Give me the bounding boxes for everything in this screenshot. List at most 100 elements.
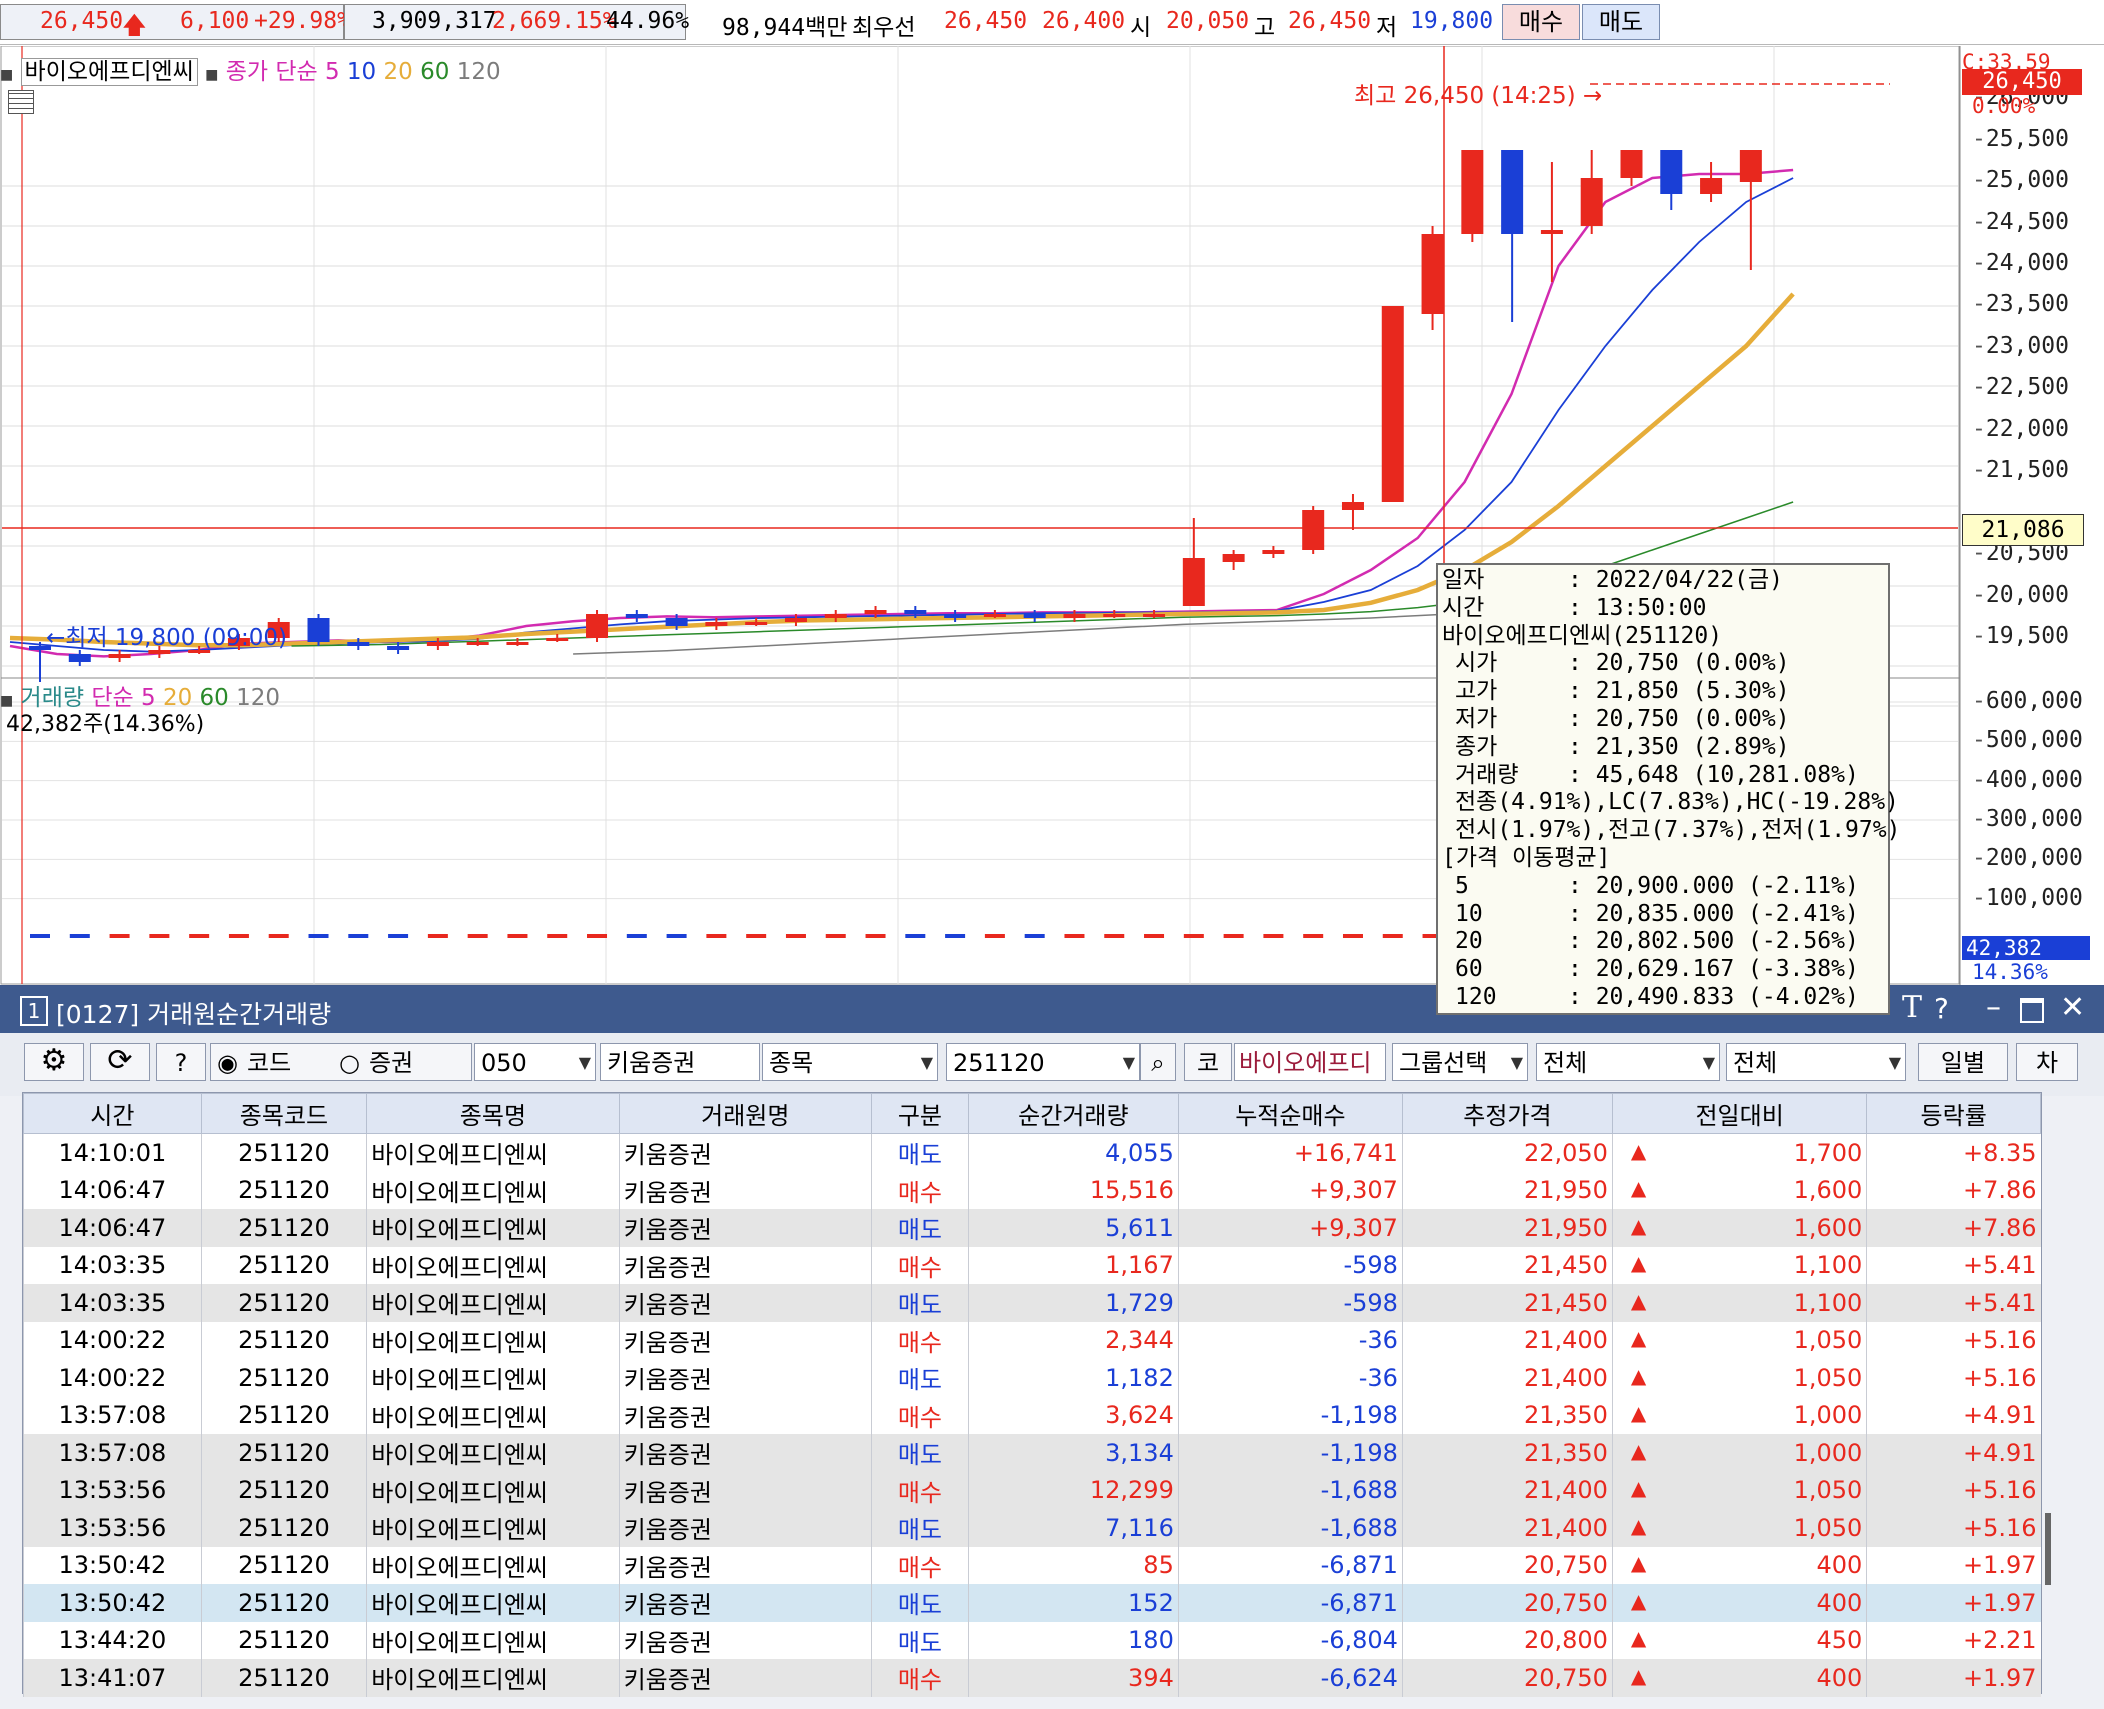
column-header[interactable]: 종목코드 — [200, 1093, 368, 1134]
table-row[interactable]: 14:03:35 251120 바이오에프디엔씨 키움증권 매수 1,167 -598 21,… — [23, 1246, 2041, 1284]
trades-table-container[interactable]: 시간 종목코드 종목명 거래원명 구분 순간거래량 누적순매수 추정가격 전일대비 등락률 14:… — [22, 1092, 2051, 1697]
table-row[interactable]: 13:53:56 251120 바이오에프디엔씨 키움증권 매도 7,116 -1,688 2… — [23, 1509, 2041, 1547]
table-row[interactable]: 14:00:22 251120 바이오에프디엔씨 키움증권 매도 1,182 -36 21,4… — [23, 1359, 2041, 1397]
stock-name-field[interactable]: 바이오에프디 — [1234, 1043, 1386, 1081]
maximize-icon[interactable] — [2020, 998, 2044, 1023]
cell-cum: -6,804 — [1177, 1621, 1403, 1659]
candle-body — [1103, 614, 1126, 617]
right-arrow-icon: → — [1582, 83, 1603, 109]
high-label: 고 — [1254, 15, 1276, 41]
tooltip-key: 시간 — [1442, 594, 1485, 621]
column-header[interactable]: 누적순매수 — [1177, 1093, 1403, 1134]
cell-time: 14:06:47 — [23, 1209, 202, 1247]
radio-broker-icon[interactable]: ○ — [339, 1044, 360, 1080]
cell-cum: -6,871 — [1177, 1546, 1403, 1584]
legend-square-icon: ■ — [205, 67, 219, 83]
scrollbar-thumb[interactable] — [2045, 1513, 2051, 1585]
column-header[interactable]: 구분 — [870, 1093, 969, 1134]
group-select[interactable]: 그룹선택 — [1392, 1043, 1528, 1081]
search-icon[interactable]: ⌕ — [1140, 1043, 1176, 1081]
cell-rate: +7.86 — [1866, 1209, 2041, 1247]
cell-code: 251120 — [200, 1246, 367, 1284]
cell-qty: 180 — [967, 1621, 1179, 1659]
column-header[interactable]: 전일대비 — [1611, 1093, 1868, 1134]
candle-info-tooltip: 일자: 2022/04/22(금) 시간: 13:50:00 바이오에프디엔씨(25… — [1436, 563, 1900, 1015]
cell-qty: 15,516 — [967, 1171, 1179, 1209]
table-row[interactable]: 13:41:07 251120 바이오에프디엔씨 키움증권 매수 394 -6,624 20,… — [23, 1659, 2041, 1697]
cell-time: 13:53:56 — [23, 1471, 202, 1509]
filter-select-2[interactable]: 전체 — [1726, 1043, 1906, 1081]
cell-rate: +8.35 — [1866, 1133, 2041, 1172]
tooltip-row: 60: 20,629.167 (-3.38%) — [1438, 956, 1888, 984]
buy-button[interactable]: 매수 — [1502, 4, 1580, 40]
candle-body — [347, 642, 370, 646]
cell-broker: 키움증권 — [618, 1584, 872, 1622]
cell-name: 바이오에프디엔씨 — [366, 1434, 620, 1472]
table-row[interactable]: 14:10:01 251120 바이오에프디엔씨 키움증권 매도 4,055 +16,741… — [23, 1133, 2041, 1172]
help-icon[interactable]: ? — [1934, 992, 1949, 1025]
price-change-pct: +29.98% — [254, 8, 351, 34]
broker-code-select[interactable]: 050 — [474, 1043, 596, 1081]
volume-pct: 2,669.15% — [492, 8, 617, 34]
cell-name: 바이오에프디엔씨 — [366, 1284, 620, 1322]
type-select[interactable]: 종목 — [762, 1043, 938, 1081]
table-row[interactable]: 14:00:22 251120 바이오에프디엔씨 키움증권 매수 2,344 -36 21,4… — [23, 1321, 2041, 1359]
cell-diff: ▲ 1,050 — [1611, 1471, 1867, 1509]
volume-bar — [1263, 934, 1284, 938]
table-row[interactable]: 14:06:47 251120 바이오에프디엔씨 키움증권 매수 15,516 +9,307… — [23, 1171, 2041, 1209]
filter-select-1[interactable]: 전체 — [1536, 1043, 1720, 1081]
tooltip-value: : 13:50:00 — [1568, 594, 1707, 621]
radio-broker-label[interactable]: 증권 — [369, 1044, 413, 1080]
candle-body — [1222, 554, 1245, 562]
table-row[interactable]: 14:03:35 251120 바이오에프디엔씨 키움증권 매도 1,729 -598 21,… — [23, 1284, 2041, 1322]
column-header[interactable]: 추정가격 — [1401, 1093, 1613, 1134]
volume-bar — [746, 934, 767, 938]
table-row[interactable]: 14:06:47 251120 바이오에프디엔씨 키움증권 매도 5,611 +9,307 2… — [23, 1209, 2041, 1247]
table-row[interactable]: 13:44:20 251120 바이오에프디엔씨 키움증권 매도 180 -6,804 20,… — [23, 1621, 2041, 1659]
candle-body — [387, 646, 410, 650]
table-row[interactable]: 13:50:42 251120 바이오에프디엔씨 키움증권 매수 85 -6,871 20,7… — [23, 1546, 2041, 1584]
column-header[interactable]: 순간거래량 — [967, 1093, 1179, 1134]
radio-code-selected-icon[interactable]: ◉ — [217, 1044, 238, 1080]
volume-bar — [626, 934, 647, 938]
volume-tag: 42,382 — [1962, 936, 2090, 960]
radio-code-label[interactable]: 코드 — [247, 1044, 291, 1080]
cell-name: 바이오에프디엔씨 — [366, 1209, 620, 1247]
price-axis-tick: 22,000 — [1972, 416, 2069, 442]
cell-price: 21,400 — [1401, 1359, 1613, 1397]
table-row[interactable]: 13:53:56 251120 바이오에프디엔씨 키움증권 매수 12,299 -1,688… — [23, 1471, 2041, 1509]
tooltip-value: : 20,490.833 (-4.02%) — [1568, 983, 1859, 1010]
sell-button[interactable]: 매도 — [1582, 4, 1660, 40]
minimize-icon[interactable]: – — [1986, 990, 2001, 1025]
chart-button[interactable]: 차 — [2016, 1043, 2078, 1081]
column-header[interactable]: 등락률 — [1866, 1093, 2041, 1134]
cell-price: 21,350 — [1401, 1434, 1613, 1472]
cell-name: 바이오에프디엔씨 — [366, 1621, 620, 1659]
table-row[interactable]: 13:50:42 251120 바이오에프디엔씨 키움증권 매도 152 -6,871 20,… — [23, 1584, 2041, 1622]
broker-name-field[interactable]: 키움증권 — [600, 1043, 760, 1081]
cell-side: 매수 — [870, 1246, 969, 1284]
close-icon[interactable]: ✕ — [2060, 990, 2085, 1025]
table-row[interactable]: 13:57:08 251120 바이오에프디엔씨 키움증권 매수 3,624 -1,198 2… — [23, 1396, 2041, 1434]
help-button[interactable]: ? — [156, 1043, 206, 1081]
column-header[interactable]: 시간 — [23, 1093, 202, 1134]
refresh-icon[interactable]: ⟳ — [90, 1043, 150, 1081]
daily-button[interactable]: 일별 — [1918, 1043, 2008, 1081]
code-button[interactable]: 코 — [1184, 1043, 1232, 1081]
font-size-icon[interactable]: T — [1902, 990, 1922, 1025]
table-row[interactable]: 13:57:08 251120 바이오에프디엔씨 키움증권 매도 3,134 -1,198 2… — [23, 1434, 2041, 1472]
column-header[interactable]: 종목명 — [366, 1093, 620, 1134]
cell-diff: ▲ 400 — [1611, 1546, 1867, 1584]
cell-price: 21,950 — [1401, 1209, 1613, 1247]
candle-body — [665, 618, 688, 626]
stock-name-label[interactable]: 바이오에프디엔씨 — [20, 58, 198, 86]
table-view-icon[interactable] — [8, 90, 34, 114]
settings-gear-icon[interactable]: ⚙ — [24, 1043, 84, 1081]
tooltip-key: 120 — [1455, 983, 1497, 1010]
stock-code-input[interactable]: 251120 — [946, 1043, 1140, 1081]
volume-bar — [984, 934, 1005, 938]
cell-time: 14:03:35 — [23, 1284, 202, 1322]
candle-body — [506, 642, 529, 645]
column-header[interactable]: 거래원명 — [618, 1093, 872, 1134]
cell-diff-value: 450 — [1816, 1626, 1863, 1655]
